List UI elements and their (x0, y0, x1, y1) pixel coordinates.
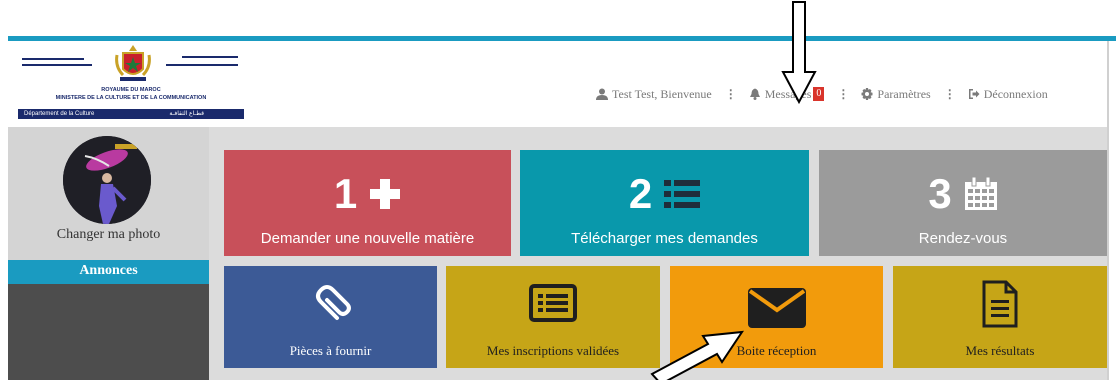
sign-out-icon (968, 89, 980, 99)
plus-icon (370, 179, 401, 209)
annotation-arrow-down (781, 1, 817, 105)
department-fr: Département de la Culture (24, 111, 95, 117)
document-icon (982, 280, 1018, 328)
envelope-icon (747, 288, 806, 328)
tile-appointments[interactable]: 3 Rendez-vous (819, 150, 1107, 256)
tile-label: Télécharger mes demandes (571, 230, 758, 247)
settings-label: Paramètres (877, 86, 931, 101)
nav-separator: ⋮ (943, 86, 956, 101)
list-icon (664, 180, 701, 208)
tile-new-subject-request[interactable]: 1 Demander une nouvelle matière (224, 150, 511, 256)
tile-number: 2 (628, 170, 653, 217)
coat-of-arms-emblem (115, 45, 151, 81)
tile-number: 3 (928, 170, 952, 217)
ministry-logo: ROYAUME DU MAROC MINISTERE DE LA CULTURE… (18, 43, 244, 119)
tile-label: Pièces à fournir (289, 343, 372, 358)
department-band: Département de la Culture قطـاع الثقافـة (18, 109, 244, 119)
logo-line2: MINISTERE DE LA CULTURE ET DE LA COMMUNI… (55, 95, 207, 101)
tile-label: Mes inscriptions validées (486, 343, 620, 358)
gear-icon (861, 88, 873, 100)
tile-required-documents[interactable]: Pièces à fournir (224, 266, 437, 368)
tile-validated-registrations[interactable]: Mes inscriptions validées (446, 266, 660, 368)
tile-my-results[interactable]: Mes résultats (893, 266, 1107, 368)
logout-label: Déconnexion (983, 86, 1048, 101)
tile-download-requests[interactable]: 2 Télécharger mes demandes (520, 150, 809, 256)
calendar-icon (964, 177, 997, 210)
logout-link[interactable]: Déconnexion (968, 87, 1048, 102)
bell-icon (749, 88, 760, 100)
user-greeting[interactable]: Test Test, Bienvenue (596, 87, 712, 102)
announcements-header: Annonces (8, 260, 209, 284)
tile-label: Mes résultats (965, 343, 1035, 358)
header: ROYAUME DU MAROC MINISTERE DE LA CULTURE… (8, 41, 1107, 127)
page-scroll-edge (1107, 41, 1109, 380)
logo-line1: ROYAUME DU MAROC (101, 87, 161, 93)
user-greeting-label: Test Test, Bienvenue (612, 86, 712, 101)
tifinagh-text (22, 58, 92, 66)
tile-label: Rendez-vous (918, 230, 1008, 247)
user-icon (596, 88, 608, 100)
settings-link[interactable]: Paramètres (861, 86, 931, 102)
tile-label: Demander une nouvelle matière (260, 230, 475, 247)
paperclip-icon (315, 285, 351, 320)
sidebar: Changer ma photo Annonces (8, 127, 209, 380)
avatar[interactable] (63, 136, 151, 224)
tile-number: 1 (333, 170, 358, 217)
announcements-body (8, 284, 209, 380)
nav-separator: ⋮ (724, 86, 737, 101)
change-photo-link[interactable]: Changer ma photo (8, 227, 209, 243)
annotation-arrow-diagonal (650, 330, 745, 380)
department-ar: قطـاع الثقافـة (169, 111, 204, 117)
arabic-title-text (166, 56, 238, 66)
nav-separator: ⋮ (837, 86, 849, 101)
profile-photo (63, 136, 151, 224)
list-alt-icon (529, 284, 577, 322)
